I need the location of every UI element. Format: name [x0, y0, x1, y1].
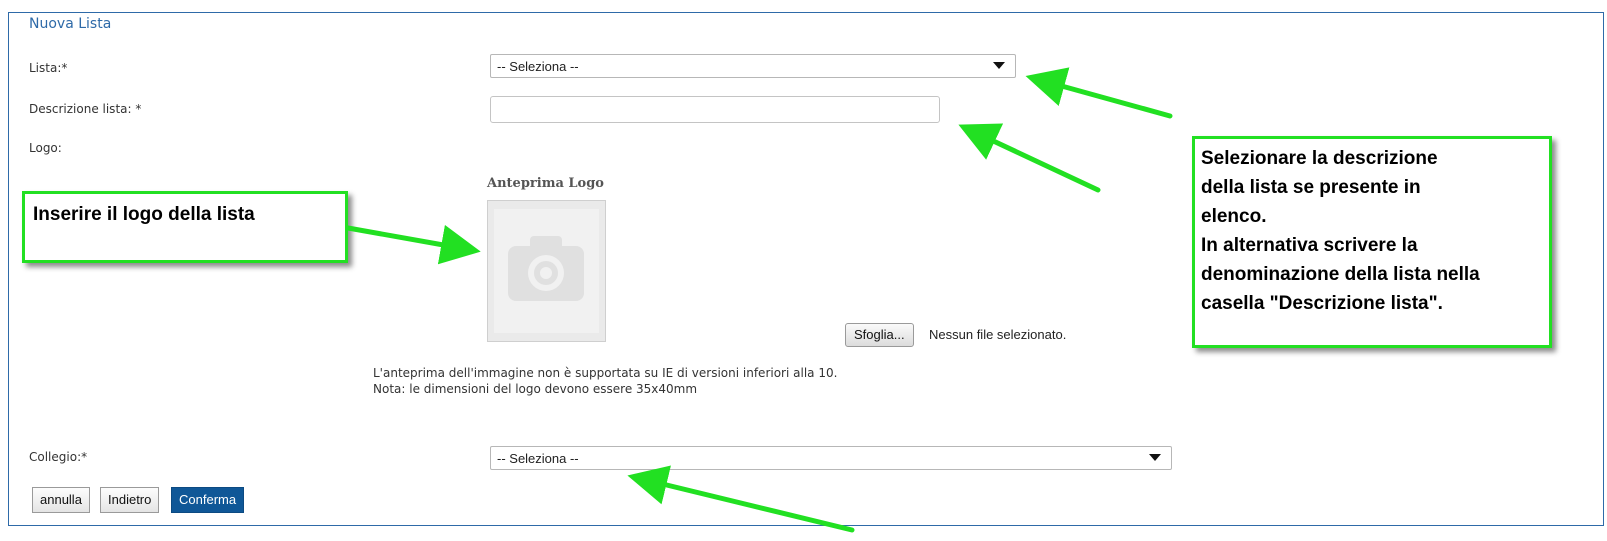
annotation-arrows	[345, 67, 1173, 533]
arrow-to-lista-select	[1025, 67, 1173, 119]
arrow-to-collegio-select	[627, 465, 855, 533]
arrow-to-logo-preview	[345, 224, 481, 265]
arrow-to-descrizione-input	[958, 123, 1101, 193]
